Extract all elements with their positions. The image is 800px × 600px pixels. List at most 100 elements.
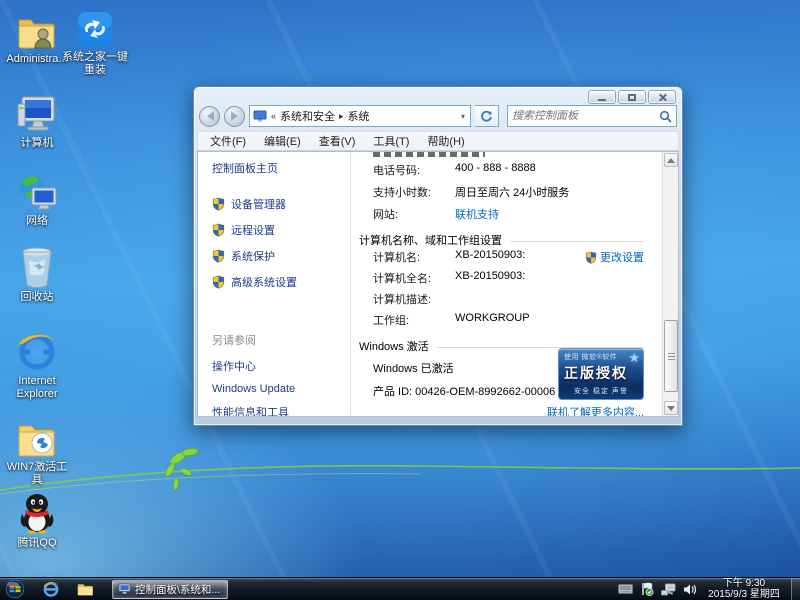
- sidebar-item-action-center[interactable]: 操作中心: [212, 358, 295, 374]
- field-value: XB-20150903:: [455, 270, 526, 282]
- scrollbar-grip-icon: [667, 355, 675, 357]
- uac-shield-icon: [212, 275, 225, 289]
- sidebar-item-device-manager[interactable]: 设备管理器: [212, 196, 350, 212]
- forward-button[interactable]: [224, 105, 245, 127]
- reinstall-app-icon: [62, 6, 128, 48]
- sidebar-item-advanced-system-settings[interactable]: 高级系统设置: [212, 274, 350, 290]
- uac-shield-icon: [212, 249, 225, 263]
- taskbar-explorer-icon[interactable]: [72, 578, 98, 600]
- back-button[interactable]: [199, 105, 220, 127]
- desktop-icon-xitongzhijia[interactable]: 系统之家一键重装: [62, 6, 128, 76]
- address-dropdown-icon[interactable]: ▾: [459, 112, 467, 121]
- volume-icon[interactable]: [683, 583, 697, 596]
- sidebar-item-label: 设备管理器: [231, 199, 286, 211]
- scrollbar-thumb[interactable]: [664, 320, 678, 392]
- learn-more-online-link[interactable]: 联机了解更多内容...: [547, 404, 644, 416]
- user-folder-icon: [4, 8, 70, 50]
- desktop-icon-label: 计算机: [20, 137, 54, 149]
- menu-file[interactable]: 文件(F): [210, 133, 246, 149]
- back-arrow-icon: [202, 111, 214, 121]
- section-title: Windows 激活: [359, 341, 429, 353]
- window-client-area: 控制面板主页 设备管理器 远程设置 系统保护 高级系统设置 另请参阅 操作中心 …: [197, 151, 679, 417]
- taskbar: 控制面板\系统和... 下午 9:30 2015/9/3 星期四: [0, 577, 800, 600]
- badge-bottom-text: 安全 稳定 声誉: [574, 388, 628, 395]
- desktop-icon-label: Internet Explorer: [16, 375, 58, 400]
- desktop-icon-administrator[interactable]: Administra...: [4, 8, 70, 66]
- section-title: 计算机名称、域和工作组设置: [359, 235, 502, 247]
- genuine-star-icon: ★: [628, 350, 640, 365]
- recycle-bin-icon: [4, 246, 70, 288]
- badge-main-text: 正版授权: [564, 365, 628, 381]
- sidebar-item-control-panel-home[interactable]: 控制面板主页: [212, 160, 350, 176]
- network-tray-icon[interactable]: [661, 583, 676, 596]
- uac-shield-icon: [212, 223, 225, 237]
- desktop-icon-label: 回收站: [20, 291, 54, 303]
- sidebar-item-label: 高级系统设置: [231, 277, 297, 289]
- menu-help[interactable]: 帮助(H): [427, 133, 464, 149]
- maximize-icon: [628, 93, 636, 101]
- taskbar-clock[interactable]: 下午 9:30 2015/9/3 星期四: [708, 578, 780, 600]
- badge-top-text: 使用 微软®软件: [564, 354, 618, 361]
- desktop-icon-computer[interactable]: 计算机: [4, 92, 70, 150]
- breadcrumb-system-security[interactable]: 系统和安全: [280, 108, 335, 124]
- caption-buttons: [588, 90, 676, 104]
- change-settings[interactable]: 更改设置: [585, 249, 644, 265]
- menu-tools[interactable]: 工具(T): [373, 133, 409, 149]
- system-window: « 系统和安全 ▸ 系统 ▾ 文件(F): [193, 86, 683, 426]
- change-settings-link[interactable]: 更改设置: [600, 249, 644, 265]
- computer-icon: [4, 92, 70, 134]
- see-also-section: 另请参阅 操作中心 Windows Update 性能信息和工具: [212, 332, 295, 416]
- close-button[interactable]: [648, 90, 676, 104]
- see-also-header: 另请参阅: [212, 335, 256, 347]
- start-button[interactable]: [0, 578, 30, 600]
- sidebar: 控制面板主页 设备管理器 远程设置 系统保护 高级系统设置 另请参阅 操作中心 …: [198, 152, 350, 416]
- navigation-bar: « 系统和安全 ▸ 系统 ▾: [199, 103, 677, 129]
- breadcrumb-system[interactable]: 系统: [348, 108, 370, 124]
- field-label: 计算机名:: [373, 252, 421, 264]
- field-label: 工作组:: [373, 315, 410, 327]
- field-value: XB-20150903:: [455, 249, 526, 261]
- minimize-icon: [598, 98, 606, 101]
- breadcrumb-chevrons[interactable]: «: [271, 111, 276, 121]
- activation-status: Windows 已激活: [373, 363, 454, 375]
- field-label: 计算机全名:: [373, 273, 432, 285]
- field-label: 网站:: [373, 209, 399, 221]
- field-value: 400 - 888 - 8888: [455, 162, 536, 174]
- search-input[interactable]: [512, 110, 659, 122]
- desktop-icon-win7-activation[interactable]: WIN7激活工具: [4, 416, 70, 486]
- vertical-scrollbar[interactable]: [662, 152, 678, 416]
- scroll-down-button[interactable]: [664, 401, 678, 415]
- show-desktop-button[interactable]: [791, 577, 800, 600]
- minimize-button[interactable]: [588, 90, 616, 104]
- desktop-icon-internet-explorer[interactable]: Internet Explorer: [4, 330, 70, 400]
- address-bar[interactable]: « 系统和安全 ▸ 系统 ▾: [249, 105, 471, 127]
- sidebar-item-performance-tools[interactable]: 性能信息和工具: [212, 404, 295, 416]
- input-keyboard-icon[interactable]: [618, 584, 633, 594]
- desktop-icon-label: 腾讯QQ: [17, 537, 57, 549]
- menu-edit[interactable]: 编辑(E): [264, 133, 301, 149]
- sidebar-item-remote-settings[interactable]: 远程设置: [212, 222, 350, 238]
- desktop-icon-network[interactable]: 网络: [4, 170, 70, 228]
- menu-view[interactable]: 查看(V): [319, 133, 356, 149]
- desktop-icon-qq[interactable]: 腾讯QQ: [4, 492, 70, 550]
- maximize-button[interactable]: [618, 90, 646, 104]
- action-center-flag-icon[interactable]: [640, 582, 654, 596]
- refresh-button[interactable]: [475, 105, 499, 127]
- scroll-up-button[interactable]: [664, 153, 678, 167]
- desktop-icon-recycle-bin[interactable]: 回收站: [4, 246, 70, 304]
- windows-orb-icon: [5, 579, 25, 599]
- search-icon[interactable]: [659, 110, 672, 123]
- desktop-icon-label: 网络: [26, 215, 48, 227]
- sidebar-item-windows-update[interactable]: Windows Update: [212, 383, 295, 395]
- field-label: 支持小时数:: [373, 187, 432, 199]
- sidebar-item-system-protection[interactable]: 系统保护: [212, 248, 350, 264]
- online-support-link[interactable]: 联机支持: [455, 206, 499, 222]
- search-box[interactable]: [507, 105, 677, 127]
- taskbar-ie-icon[interactable]: [38, 578, 64, 600]
- clock-date: 2015/9/3 星期四: [708, 589, 780, 600]
- control-panel-icon: [253, 110, 267, 122]
- task-button-control-panel[interactable]: 控制面板\系统和...: [112, 579, 228, 599]
- phone-number-row: 电话号码: 400 - 888 - 8888: [373, 162, 644, 178]
- internet-explorer-icon: [43, 582, 59, 597]
- qq-penguin-icon: [4, 492, 70, 534]
